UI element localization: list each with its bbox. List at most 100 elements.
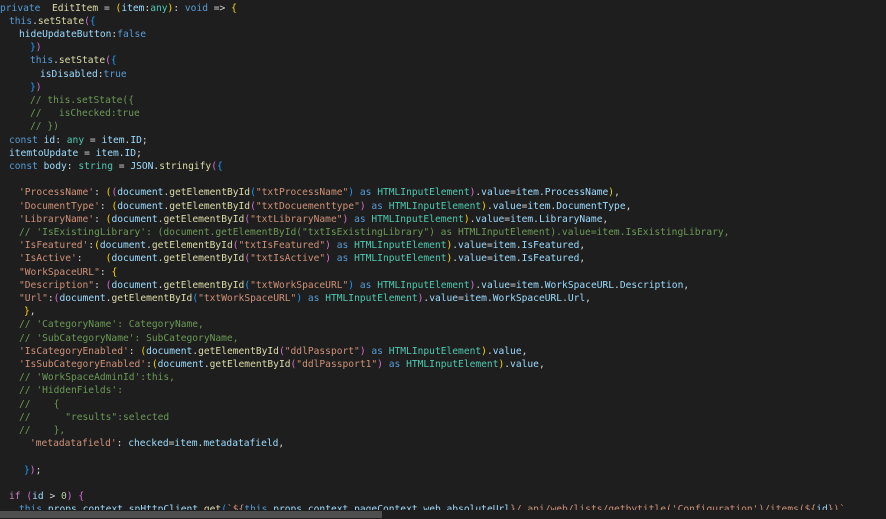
code-line[interactable]: const body: string = JSON.stringify({ bbox=[9, 160, 223, 173]
code-line[interactable]: // 'SubCategoryName': SubCategoryName, bbox=[19, 332, 239, 345]
code-line[interactable]: 'IsSubCategoryEnabled':(document.getElem… bbox=[19, 358, 545, 371]
code-token: itemtoUpdate bbox=[9, 147, 79, 159]
code-token: 'IsFeatured' bbox=[19, 240, 89, 252]
code-token: as bbox=[354, 213, 372, 225]
code-token: EditItem bbox=[52, 2, 99, 14]
code-line[interactable]: 'metadatafield': checked=item.metadatafi… bbox=[30, 437, 284, 450]
code-token: // { bbox=[19, 398, 60, 410]
code-token: void bbox=[184, 2, 208, 14]
code-token: id bbox=[43, 134, 56, 146]
code-token: Url bbox=[567, 292, 586, 304]
code-line[interactable]: // { bbox=[19, 398, 59, 411]
code-token: ) bbox=[35, 81, 42, 93]
code-token: , bbox=[683, 279, 690, 291]
code-line[interactable]: this.setState({ bbox=[30, 54, 117, 67]
code-token: { bbox=[231, 2, 237, 14]
code-line[interactable]: }); bbox=[24, 464, 41, 477]
code-line[interactable]: }) bbox=[30, 81, 42, 94]
code-line[interactable]: // 'IsExistingLibrary': (document.getEle… bbox=[19, 226, 729, 239]
code-line[interactable]: private EditItem = (item:any): void => { bbox=[0, 2, 237, 15]
code-line[interactable]: // }) bbox=[30, 120, 59, 133]
code-token: hideUpdateButton bbox=[19, 28, 112, 40]
code-token: const bbox=[9, 160, 44, 172]
code-line[interactable]: // isChecked:true bbox=[30, 107, 140, 120]
code-line[interactable]: 'ProcessName': ((document.getElementById… bbox=[19, 186, 620, 199]
code-line[interactable]: 'IsFeatured':(document.getElementById("t… bbox=[19, 239, 585, 252]
code-token: , bbox=[614, 187, 620, 199]
code-token: item bbox=[174, 438, 198, 450]
code-token: stringify bbox=[159, 160, 212, 172]
code-token: IsFeatured bbox=[521, 240, 580, 252]
code-line[interactable]: isDisabled:true bbox=[40, 68, 127, 81]
code-token: ; bbox=[136, 147, 142, 159]
code-line[interactable]: "Description": (document.getElementById(… bbox=[19, 279, 689, 292]
code-token: document bbox=[59, 292, 106, 304]
code-line[interactable]: }, bbox=[24, 305, 36, 318]
code-token: 'IsCategoryEnabled' bbox=[19, 345, 129, 357]
code-token: document bbox=[99, 240, 147, 252]
code-token: string bbox=[78, 160, 113, 172]
code-token: document bbox=[117, 200, 164, 212]
code-token: any bbox=[66, 134, 85, 146]
code-token: // 'IsExistingLibrary': (document.getEle… bbox=[19, 226, 730, 238]
code-token: value bbox=[510, 358, 539, 370]
code-token: item bbox=[463, 292, 487, 304]
code-token: : bbox=[76, 253, 106, 265]
code-token: : bbox=[55, 134, 67, 146]
code-line[interactable]: "WorkSpaceURL": { bbox=[19, 266, 117, 279]
code-token: 'LibraryName' bbox=[19, 213, 95, 225]
code-token: document bbox=[111, 213, 158, 225]
code-token: : bbox=[94, 187, 106, 199]
code-line[interactable]: this.setState({ bbox=[9, 15, 96, 28]
code-token: getElementById bbox=[169, 200, 251, 212]
code-token: document bbox=[146, 345, 193, 357]
code-token: , bbox=[625, 200, 632, 212]
code-token: = bbox=[98, 2, 116, 14]
code-token: item bbox=[515, 279, 539, 291]
code-line[interactable]: }) bbox=[30, 41, 42, 54]
code-token: 'metadatafield' bbox=[30, 438, 117, 450]
code-token: "txtWorkSpaceURL" bbox=[198, 292, 297, 304]
code-token: document bbox=[111, 253, 158, 265]
code-token: => bbox=[208, 2, 232, 14]
code-token: item bbox=[492, 240, 516, 252]
code-line[interactable]: 'DocumentType': (document.getElementById… bbox=[19, 200, 631, 213]
code-token: isDisabled bbox=[40, 68, 98, 80]
code-token: // }) bbox=[30, 121, 59, 133]
code-token: as bbox=[336, 240, 355, 252]
code-token: getElementById bbox=[198, 345, 279, 357]
code-token: { bbox=[216, 160, 223, 172]
code-token: as bbox=[371, 200, 389, 212]
code-line[interactable]: 'IsCategoryEnabled': (document.getElemen… bbox=[19, 345, 527, 358]
code-token: value bbox=[458, 240, 487, 252]
code-line[interactable]: "Url":(document.getElementById("txtWorkS… bbox=[19, 292, 591, 305]
code-token: const bbox=[9, 134, 44, 146]
code-line[interactable]: hideUpdateButton:false bbox=[19, 28, 146, 41]
code-line[interactable]: if (id > 0) { bbox=[9, 490, 84, 503]
horizontal-scrollbar-thumb[interactable] bbox=[0, 511, 382, 518]
code-token: item bbox=[101, 134, 125, 146]
code-token: getElementById bbox=[163, 213, 245, 225]
code-line[interactable]: const id: any = item.ID; bbox=[9, 134, 148, 147]
code-line[interactable]: 'LibraryName': (document.getElementById(… bbox=[19, 213, 608, 226]
code-line[interactable]: itemtoUpdate = item.ID; bbox=[9, 147, 142, 160]
code-token: = bbox=[112, 160, 131, 172]
code-token: "WorkSpaceURL" bbox=[19, 266, 100, 278]
code-line[interactable]: // }, bbox=[19, 424, 65, 437]
code-editor[interactable]: private EditItem = (item:any): void => {… bbox=[0, 0, 886, 511]
code-token: "txtWorkSpaceURL" bbox=[250, 279, 349, 291]
code-line[interactable]: // 'WorkSpaceAdminId':this, bbox=[19, 371, 175, 384]
code-token: "txtIsFeatured" bbox=[238, 240, 326, 252]
code-line[interactable]: // 'HiddenFields': bbox=[19, 384, 123, 397]
code-token: value bbox=[458, 253, 487, 265]
code-token: as bbox=[388, 358, 407, 370]
code-line[interactable]: // this.setState({ bbox=[30, 94, 134, 107]
code-line[interactable]: 'IsActive': (document.getElementById("tx… bbox=[19, 252, 585, 265]
code-token: { bbox=[110, 55, 117, 67]
code-token: this bbox=[30, 55, 54, 67]
code-line[interactable]: // "results":selected bbox=[19, 411, 169, 424]
code-token: checked bbox=[128, 438, 169, 450]
code-line[interactable]: // 'CategoryName': CategoryName, bbox=[19, 318, 204, 331]
code-token: , bbox=[29, 306, 36, 318]
code-line[interactable]: this.props.context.spHttpClient.get(`${t… bbox=[19, 503, 851, 510]
